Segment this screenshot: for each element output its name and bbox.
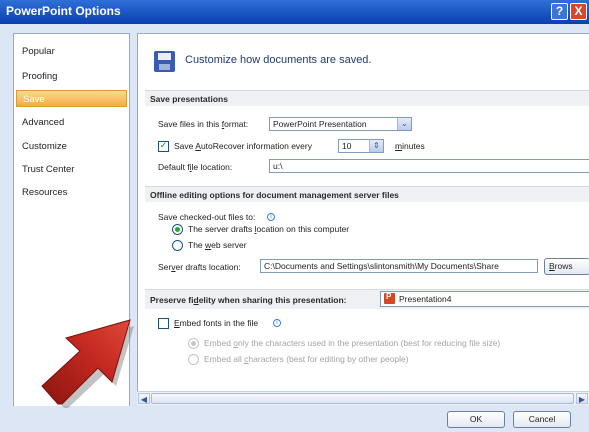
sidebar-item-customize[interactable]: Customize bbox=[16, 138, 127, 155]
spin-arrows-icon[interactable]: ⇕ bbox=[369, 140, 383, 152]
close-button[interactable]: X bbox=[570, 3, 587, 20]
drafts-location-field[interactable]: C:\Documents and Settings\slintonsmith\M… bbox=[260, 259, 538, 273]
sidebar-item-proofing[interactable]: Proofing bbox=[16, 68, 127, 85]
help-button[interactable]: ? bbox=[551, 3, 568, 20]
sidebar-item-trust-center[interactable]: Trust Center bbox=[16, 161, 127, 178]
sidebar-item-popular[interactable]: Popular bbox=[16, 43, 127, 60]
chevron-down-icon: ⌄ bbox=[397, 118, 411, 130]
minutes-label: minutes bbox=[395, 141, 425, 151]
presentation-value: Presentation4 bbox=[399, 294, 452, 304]
format-label: Save files in this format: bbox=[158, 119, 249, 129]
browse-button[interactable]: Brows bbox=[544, 258, 589, 275]
save-options-panel: Customize how documents are saved. Save … bbox=[137, 33, 589, 405]
web-server-radio[interactable] bbox=[172, 240, 183, 251]
default-location-field[interactable]: u:\ bbox=[269, 159, 589, 173]
embed-all-label: Embed all characters (best for editing b… bbox=[204, 354, 409, 364]
section-offline-editing: Offline editing options for document man… bbox=[145, 186, 589, 202]
scroll-thumb[interactable] bbox=[151, 393, 574, 404]
horizontal-scrollbar[interactable]: ◀ ▶ bbox=[137, 391, 589, 405]
autorecover-minutes-value: 10 bbox=[342, 141, 352, 151]
format-value: PowerPoint Presentation bbox=[273, 119, 367, 129]
embed-only-used-label: Embed only the characters used in the pr… bbox=[204, 338, 501, 348]
powerpoint-options-dialog: PowerPoint Options ? X Popular Proofing … bbox=[0, 0, 589, 432]
presentation-dropdown[interactable]: Presentation4 bbox=[380, 291, 589, 307]
powerpoint-file-icon bbox=[384, 292, 395, 304]
cancel-button[interactable]: Cancel bbox=[513, 411, 571, 428]
server-drafts-label: The server drafts location on this compu… bbox=[188, 224, 350, 234]
ok-button[interactable]: OK bbox=[447, 411, 505, 428]
dialog-title: PowerPoint Options bbox=[6, 4, 121, 18]
format-dropdown[interactable]: PowerPoint Presentation ⌄ bbox=[269, 117, 412, 131]
panel-heading: Customize how documents are saved. bbox=[185, 54, 372, 66]
autorecover-minutes-spinner[interactable]: 10 ⇕ bbox=[338, 139, 384, 153]
autorecover-label: Save AutoRecover information every bbox=[174, 141, 312, 151]
section-save-presentations: Save presentations bbox=[145, 90, 589, 106]
drafts-location-label: Server drafts location: bbox=[158, 262, 241, 272]
sidebar-item-resources[interactable]: Resources bbox=[16, 184, 127, 201]
title-bar: PowerPoint Options ? X bbox=[0, 0, 589, 24]
default-location-label: Default file location: bbox=[158, 162, 233, 172]
server-drafts-radio[interactable] bbox=[172, 224, 183, 235]
sidebar-item-save[interactable]: Save bbox=[16, 90, 127, 107]
scroll-right-icon[interactable]: ▶ bbox=[576, 393, 588, 404]
info-icon: i bbox=[267, 213, 275, 221]
checkout-label: Save checked-out files to: bbox=[158, 212, 256, 222]
autorecover-checkbox[interactable]: ✓ bbox=[158, 141, 169, 152]
info-icon: i bbox=[273, 319, 281, 327]
web-server-label: The web server bbox=[188, 240, 247, 250]
sidebar-item-advanced[interactable]: Advanced bbox=[16, 114, 127, 131]
red-arrow bbox=[41, 319, 134, 408]
floppy-disk-icon bbox=[154, 51, 175, 72]
